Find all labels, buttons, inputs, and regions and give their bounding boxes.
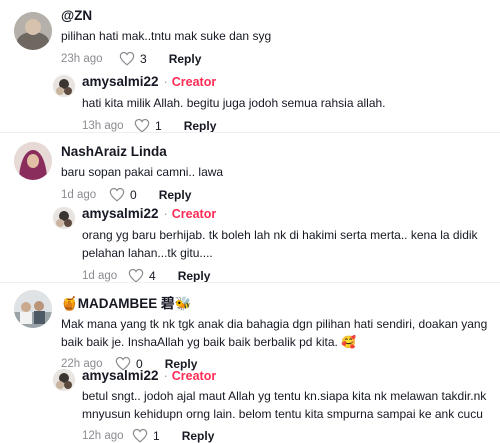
- reply-button[interactable]: Reply: [182, 429, 215, 443]
- creator-avatar[interactable]: [53, 207, 75, 229]
- like-count: 3: [140, 51, 147, 66]
- like-button[interactable]: 1: [132, 428, 160, 443]
- avatar-image: [14, 12, 52, 50]
- comment-username[interactable]: 🍯MADAMBEE 碧🐝: [61, 292, 490, 312]
- divider: [0, 132, 500, 133]
- avatar[interactable]: [14, 142, 52, 180]
- heart-outline-icon: [119, 51, 135, 66]
- comment-text: Mak mana yang tk nk tgk anak dia bahagia…: [61, 317, 488, 349]
- reply-button[interactable]: Reply: [169, 52, 202, 66]
- like-button[interactable]: 3: [119, 51, 147, 66]
- like-count: 4: [149, 268, 156, 283]
- reply-button[interactable]: Reply: [178, 269, 211, 283]
- reply-button[interactable]: Reply: [159, 188, 192, 202]
- avatar-image: [14, 142, 52, 180]
- comment-meta: 1d ago 0 Reply: [61, 187, 490, 202]
- comment-text: baru sopan pakai camni.. lawa: [61, 165, 224, 179]
- like-button[interactable]: 4: [128, 268, 156, 283]
- username[interactable]: amysalmi22: [82, 368, 159, 383]
- avatar-image: [53, 369, 75, 391]
- comment-username: amysalmi22 · Creator: [82, 368, 490, 383]
- creator-label: Creator: [171, 74, 217, 89]
- comment-meta: 13h ago 1 Reply: [82, 118, 490, 133]
- creator-label: Creator: [171, 368, 217, 383]
- creator-badge: · Creator: [163, 74, 217, 89]
- creator-avatar[interactable]: [53, 75, 75, 97]
- heart-outline-icon: [134, 118, 150, 133]
- comment-meta: 23h ago 3 Reply: [61, 51, 490, 66]
- like-count: 1: [153, 428, 160, 443]
- creator-label: Creator: [171, 206, 217, 221]
- creator-badge: · Creator: [163, 206, 217, 221]
- creator-badge: · Creator: [163, 368, 217, 383]
- like-count: 0: [130, 187, 137, 202]
- comment-username: amysalmi22 · Creator: [82, 74, 490, 89]
- avatar[interactable]: [14, 12, 52, 50]
- avatar-image: [53, 207, 75, 229]
- comment-text: betul sngt.. jodoh ajal maut Allah yg te…: [82, 389, 487, 421]
- like-button[interactable]: 0: [109, 187, 137, 202]
- comment-text: hati kita milik Allah. begitu juga jodoh…: [82, 96, 386, 110]
- comment-time: 1d ago: [82, 269, 118, 282]
- comment-time: 23h ago: [61, 52, 103, 65]
- heart-outline-icon: [128, 268, 144, 283]
- divider: [0, 282, 500, 283]
- comment-text: pilihan hati mak..tntu mak suke dan syg: [61, 29, 272, 43]
- creator-avatar[interactable]: [53, 369, 75, 391]
- avatar[interactable]: [14, 290, 52, 328]
- comment-time: 12h ago: [82, 429, 124, 442]
- reply-button[interactable]: Reply: [184, 119, 217, 133]
- comment-meta: 12h ago 1 Reply: [82, 428, 490, 443]
- avatar-image: [53, 75, 75, 97]
- comment-text: orang yg baru berhijab. tk boleh lah nk …: [82, 228, 478, 260]
- comment-time: 1d ago: [61, 188, 97, 201]
- like-button[interactable]: 1: [134, 118, 162, 133]
- username[interactable]: amysalmi22: [82, 206, 159, 221]
- comment-username[interactable]: NashAraiz Linda: [61, 144, 490, 159]
- avatar-image: [14, 290, 52, 328]
- comment-username: amysalmi22 · Creator: [82, 206, 490, 221]
- heart-outline-icon: [132, 428, 148, 443]
- heart-outline-icon: [109, 187, 125, 202]
- comment-username[interactable]: @ZN: [61, 8, 490, 23]
- username[interactable]: amysalmi22: [82, 74, 159, 89]
- comment-meta: 1d ago 4 Reply: [82, 268, 490, 283]
- like-count: 1: [155, 118, 162, 133]
- comment-time: 13h ago: [82, 119, 124, 132]
